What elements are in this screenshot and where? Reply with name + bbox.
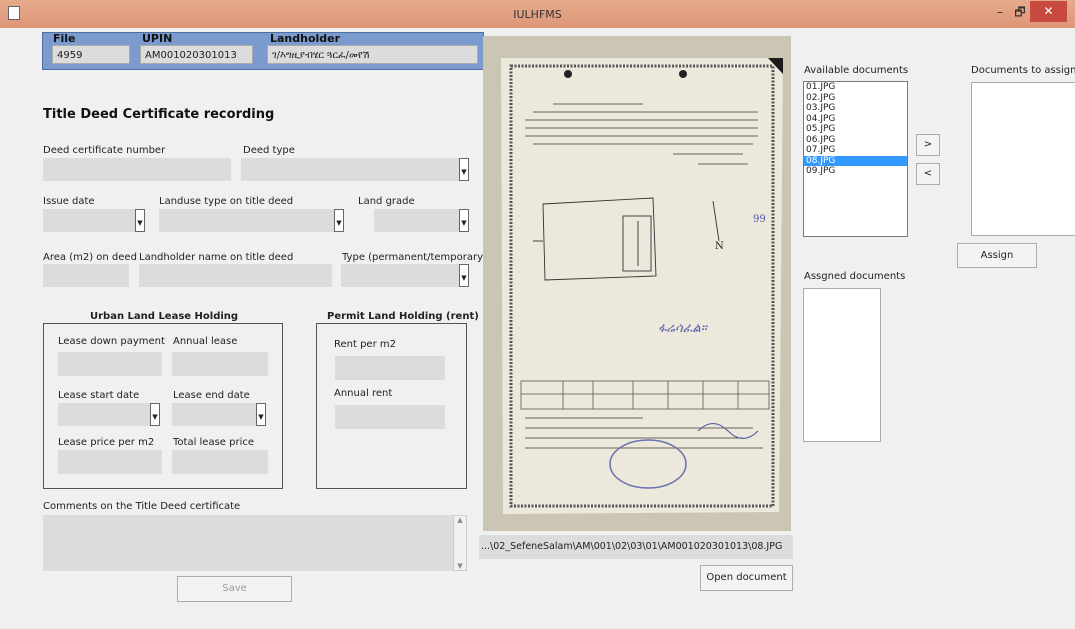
land-grade-dropdown-icon[interactable]: ▼ — [459, 209, 469, 232]
annual-lease-input[interactable] — [172, 352, 268, 376]
lease-price-per-m2-input[interactable] — [58, 450, 162, 474]
list-item[interactable]: 05.JPG — [804, 124, 907, 135]
issue-date-picker[interactable] — [43, 209, 135, 232]
area-input[interactable] — [43, 264, 129, 287]
save-button[interactable]: Save — [177, 576, 292, 602]
list-item[interactable]: 02.JPG — [804, 93, 907, 104]
annual-rent-input[interactable] — [335, 405, 445, 429]
assigned-documents-label: Assgned documents — [804, 271, 906, 282]
document-path-field[interactable]: ...\02_SefeneSalam\AM\001\02\03\01\AM001… — [479, 535, 793, 559]
document-preview: N 99 ፋሬሳፈል። — [483, 36, 791, 531]
scanned-deed-image: N 99 ፋሬሳፈል። — [483, 36, 791, 531]
issue-date-dropdown-icon[interactable]: ▼ — [135, 209, 145, 232]
rent-per-m2-input[interactable] — [335, 356, 445, 380]
deed-number-label: Deed certificate number — [43, 145, 166, 156]
rent-per-m2-label: Rent per m2 — [334, 339, 396, 350]
lease-end-date-picker[interactable] — [172, 403, 256, 426]
upin-field[interactable]: AM001020301013 — [140, 45, 253, 64]
permit-section-title: Permit Land Holding (rent) — [327, 311, 479, 322]
available-documents-label: Available documents — [804, 65, 909, 76]
scroll-down-icon[interactable]: ▼ — [454, 562, 466, 570]
svg-text:99: 99 — [753, 214, 766, 225]
list-item[interactable]: 01.JPG — [804, 82, 907, 93]
area-label: Area (m2) on deed — [43, 252, 137, 263]
documents-to-assign-list[interactable] — [971, 82, 1075, 236]
land-grade-select[interactable] — [374, 209, 459, 232]
type-select[interactable] — [341, 264, 459, 287]
lease-down-payment-label: Lease down payment — [58, 336, 165, 347]
move-right-button[interactable]: > — [916, 134, 940, 156]
annual-rent-label: Annual rent — [334, 388, 393, 399]
lease-start-date-picker[interactable] — [58, 403, 150, 426]
title-bar: IULHFMS – 🗗 ✕ — [0, 0, 1075, 28]
upin-label: UPIN — [142, 32, 173, 45]
list-item[interactable]: 04.JPG — [804, 114, 907, 125]
annual-lease-label: Annual lease — [173, 336, 238, 347]
page-title: Title Deed Certificate recording — [43, 107, 275, 122]
assigned-documents-list[interactable] — [803, 288, 881, 442]
lease-price-per-m2-label: Lease price per m2 — [58, 437, 155, 448]
comments-label: Comments on the Title Deed certificate — [43, 501, 241, 512]
window-title: IULHFMS — [513, 8, 562, 21]
stamp-text: ፋሬሳፈል። — [658, 321, 709, 336]
lease-section-title: Urban Land Lease Holding — [90, 311, 239, 322]
open-document-button[interactable]: Open document — [700, 565, 793, 591]
land-grade-label: Land grade — [358, 196, 415, 207]
available-documents-list[interactable]: 01.JPG 02.JPG 03.JPG 04.JPG 05.JPG 06.JP… — [803, 81, 908, 237]
lease-end-date-label: Lease end date — [173, 390, 250, 401]
type-dropdown-icon[interactable]: ▼ — [459, 264, 469, 287]
issue-date-label: Issue date — [43, 196, 95, 207]
landuse-dropdown-icon[interactable]: ▼ — [334, 209, 344, 232]
svg-text:N: N — [715, 241, 724, 252]
maximize-button[interactable]: 🗗 — [1010, 2, 1030, 22]
lease-start-date-label: Lease start date — [58, 390, 140, 401]
lease-down-payment-input[interactable] — [58, 352, 162, 376]
file-label: File — [53, 32, 76, 45]
landholder-field[interactable]: ገ/እግዚያብሄር ጓርፈ/መየሽ — [267, 45, 478, 64]
deed-type-label: Deed type — [243, 145, 295, 156]
list-item[interactable]: 06.JPG — [804, 135, 907, 146]
close-button[interactable]: ✕ — [1030, 1, 1067, 22]
list-item[interactable]: 03.JPG — [804, 103, 907, 114]
file-field[interactable]: 4959 — [52, 45, 130, 64]
lease-start-date-dropdown-icon[interactable]: ▼ — [150, 403, 160, 426]
total-lease-price-input[interactable] — [172, 450, 268, 474]
list-item[interactable]: 09.JPG — [804, 166, 907, 177]
list-item[interactable]: 07.JPG — [804, 145, 907, 156]
comments-textarea[interactable] — [43, 515, 453, 571]
landholder-name-label: Landholder name on title deed — [139, 252, 294, 263]
comments-scrollbar[interactable]: ▲ ▼ — [453, 515, 467, 571]
total-lease-price-label: Total lease price — [173, 437, 255, 448]
landholder-name-input[interactable] — [139, 264, 332, 287]
list-item-selected[interactable]: 08.JPG — [804, 155, 907, 166]
documents-to-assign-label: Documents to assign — [971, 65, 1075, 76]
type-label: Type (permanent/temporary) — [342, 252, 487, 263]
deed-type-dropdown-icon[interactable]: ▼ — [459, 158, 469, 181]
landholder-label: Landholder — [270, 32, 341, 45]
landuse-select[interactable] — [159, 209, 334, 232]
minimize-button[interactable]: – — [990, 2, 1010, 22]
landuse-label: Landuse type on title deed — [159, 196, 294, 207]
scroll-up-icon[interactable]: ▲ — [454, 516, 466, 524]
deed-type-select[interactable] — [241, 158, 459, 181]
deed-number-input[interactable] — [43, 158, 231, 181]
move-left-button[interactable]: < — [916, 163, 940, 185]
assign-button[interactable]: Assign — [957, 243, 1037, 268]
lease-end-date-dropdown-icon[interactable]: ▼ — [256, 403, 266, 426]
